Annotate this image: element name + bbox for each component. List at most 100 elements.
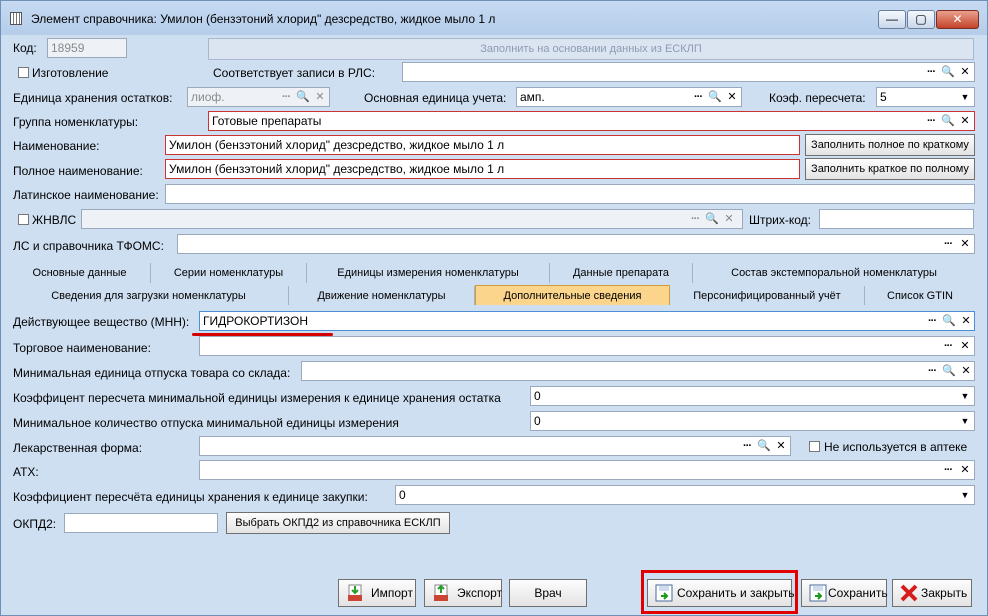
xml-import-icon	[348, 584, 362, 601]
close-button[interactable]: Закрыть	[892, 579, 972, 607]
fill-esklp-button[interactable]: Заполнить на основании данных из ЕСКЛП	[208, 38, 974, 60]
tab-import-info[interactable]: Сведения для загрузки номенклатуры	[9, 286, 289, 306]
group-search-icon[interactable]: 🔍	[940, 113, 956, 129]
storage-unit-label: Единица хранения остатков:	[13, 91, 173, 105]
min-unit-label: Минимальная единица отпуска товара со ск…	[13, 366, 291, 380]
save-icon	[809, 584, 827, 602]
mnn-select-icon[interactable]: ···	[924, 313, 940, 329]
base-unit-select-icon[interactable]: ···	[690, 89, 706, 105]
atc-select-icon[interactable]: ···	[940, 462, 956, 478]
tab-series[interactable]: Серии номенклатуры	[151, 263, 307, 283]
rls-select-icon[interactable]: ···	[923, 64, 939, 80]
doctor-button[interactable]: Врач	[509, 579, 587, 607]
coef-min-dropdown-icon[interactable]: ▼	[957, 388, 973, 404]
group-clear-icon[interactable]: ✕	[957, 113, 973, 129]
save-button[interactable]: Сохранить	[801, 579, 888, 607]
min-unit-field[interactable]: ··· 🔍 ✕	[301, 361, 975, 381]
coef-min-select[interactable]: 0 ▼	[530, 386, 975, 406]
atc-clear-icon[interactable]: ✕	[957, 462, 973, 478]
purchase-coef-dropdown-icon[interactable]: ▼	[957, 487, 973, 503]
mnn-field[interactable]: ГИДРОКОРТИЗОН ··· 🔍 ✕	[199, 311, 975, 331]
import-button[interactable]: Импорт	[338, 579, 416, 607]
tab-extemporal[interactable]: Состав экстемпоральной номенклатуры	[693, 263, 975, 283]
atc-label: АТХ:	[13, 465, 39, 479]
select-okpd2-button[interactable]: Выбрать ОКПД2 из справочника ЕСКЛП	[226, 512, 450, 534]
trade-name-clear-icon[interactable]: ✕	[957, 338, 973, 354]
group-label: Группа номенклатуры:	[13, 115, 139, 129]
fill-short-by-full-button[interactable]: Заполнить краткое по полному	[805, 158, 975, 180]
tab-additional-info[interactable]: Дополнительные сведения	[475, 285, 670, 307]
okpd2-label: ОКПД2:	[13, 517, 57, 531]
mnn-clear-icon[interactable]: ✕	[958, 313, 974, 329]
coef-select[interactable]: 5 ▼	[876, 87, 975, 107]
barcode-label: Штрих-код:	[749, 213, 811, 227]
trade-name-select-icon[interactable]: ···	[940, 338, 956, 354]
min-unit-select-icon[interactable]: ···	[924, 363, 940, 379]
zhnvls-checkbox[interactable]	[18, 214, 29, 225]
dosage-form-label: Лекарственная форма:	[13, 441, 143, 455]
base-unit-clear-icon[interactable]: ✕	[724, 89, 740, 105]
xml-export-icon	[434, 584, 448, 601]
code-field[interactable]: 18959	[47, 38, 127, 58]
trade-name-field[interactable]: ··· ✕	[199, 336, 975, 356]
not-used-checkbox[interactable]	[809, 441, 820, 452]
dialog-window: Элемент справочника: Умилон (бензэтоний …	[0, 0, 988, 616]
zhnvls-search-icon[interactable]: 🔍	[704, 211, 720, 227]
mnn-label: Действующее вещество (МНН):	[13, 315, 190, 329]
storage-unit-field[interactable]: лиоф. ··· 🔍 ✕	[187, 87, 330, 107]
storage-unit-search-icon[interactable]: 🔍	[295, 89, 311, 105]
min-unit-search-icon[interactable]: 🔍	[941, 363, 957, 379]
dosage-form-select-icon[interactable]: ···	[739, 438, 755, 454]
tfoms-label: ЛС и справочника ТФОМС:	[13, 239, 164, 253]
storage-unit-clear-icon[interactable]: ✕	[312, 89, 328, 105]
group-select-icon[interactable]: ···	[923, 113, 939, 129]
tabs-row-2: Сведения для загрузки номенклатуры Движе…	[9, 285, 977, 307]
dosage-form-search-icon[interactable]: 🔍	[756, 438, 772, 454]
manufacturing-label: Изготовление	[32, 66, 109, 80]
purchase-coef-select[interactable]: 0 ▼	[395, 485, 975, 505]
name-field[interactable]: Умилон (бензэтоний хлорид" дезсредство, …	[165, 135, 800, 155]
min-qty-select[interactable]: 0 ▼	[530, 411, 975, 431]
rls-field[interactable]: ··· 🔍 ✕	[402, 62, 975, 82]
tab-main-data[interactable]: Основные данные	[9, 263, 151, 283]
barcode-field[interactable]	[819, 209, 974, 229]
tab-movement[interactable]: Движение номенклатуры	[289, 286, 475, 306]
tab-gtin-list[interactable]: Список GTIN	[865, 286, 975, 306]
zhnvls-clear-icon[interactable]: ✕	[721, 211, 737, 227]
base-unit-field[interactable]: амп. ··· 🔍 ✕	[516, 87, 742, 107]
tfoms-clear-icon[interactable]: ✕	[957, 236, 973, 252]
min-unit-clear-icon[interactable]: ✕	[958, 363, 974, 379]
coef-dropdown-icon[interactable]: ▼	[957, 89, 973, 105]
tabs-row-1: Основные данные Серии номенклатуры Едини…	[9, 263, 977, 283]
export-button[interactable]: Экспорт	[424, 579, 502, 607]
atc-field[interactable]: ··· ✕	[199, 460, 975, 480]
dosage-form-field[interactable]: ··· 🔍 ✕	[199, 436, 791, 456]
full-name-label: Полное наименование:	[13, 164, 143, 178]
window-close-button[interactable]: ✕	[936, 10, 979, 29]
zhnvls-label: ЖНВЛС	[32, 213, 77, 227]
full-name-field[interactable]: Умилон (бензэтоний хлорид" дезсредство, …	[165, 159, 800, 179]
tab-personalized[interactable]: Персонифицированный учёт	[670, 286, 865, 306]
code-label: Код:	[13, 41, 37, 55]
min-qty-dropdown-icon[interactable]: ▼	[957, 413, 973, 429]
latin-field[interactable]	[165, 184, 975, 204]
tfoms-field[interactable]: ··· ✕	[177, 234, 975, 254]
okpd2-field[interactable]	[64, 513, 218, 533]
rls-search-icon[interactable]: 🔍	[940, 64, 956, 80]
tab-units[interactable]: Единицы измерения номенклатуры	[307, 263, 550, 283]
zhnvls-select-icon[interactable]: ···	[687, 211, 703, 227]
rls-clear-icon[interactable]: ✕	[957, 64, 973, 80]
tab-drug-data[interactable]: Данные препарата	[550, 263, 693, 283]
group-field[interactable]: Готовые препараты ··· 🔍 ✕	[208, 111, 975, 131]
base-unit-search-icon[interactable]: 🔍	[707, 89, 723, 105]
storage-unit-select-icon[interactable]: ···	[278, 89, 294, 105]
maximize-button[interactable]: ▢	[907, 10, 935, 29]
dosage-form-clear-icon[interactable]: ✕	[773, 438, 789, 454]
tfoms-select-icon[interactable]: ···	[940, 236, 956, 252]
manufacturing-checkbox[interactable]	[18, 67, 29, 78]
minimize-button[interactable]: —	[878, 10, 906, 29]
mnn-search-icon[interactable]: 🔍	[941, 313, 957, 329]
fill-full-by-short-button[interactable]: Заполнить полное по краткому	[805, 134, 975, 156]
latin-label: Латинское наименование:	[13, 188, 159, 202]
zhnvls-field[interactable]: ··· 🔍 ✕	[81, 209, 743, 229]
